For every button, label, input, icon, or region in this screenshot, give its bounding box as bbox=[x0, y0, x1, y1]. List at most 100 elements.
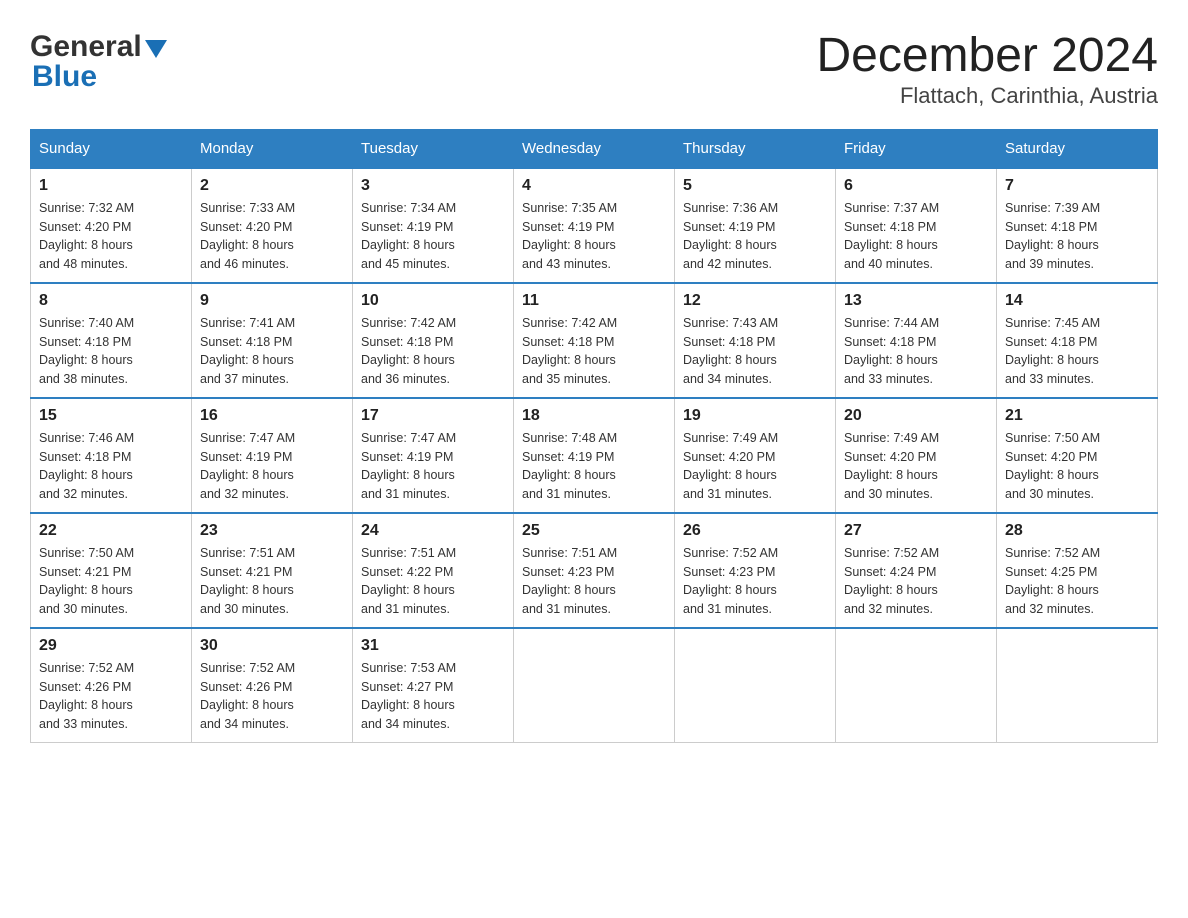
day-number-15: 15 bbox=[39, 407, 183, 425]
calendar-week-4: 22 Sunrise: 7:50 AM Sunset: 4:21 PM Dayl… bbox=[31, 513, 1158, 628]
calendar-day-15: 15 Sunrise: 7:46 AM Sunset: 4:18 PM Dayl… bbox=[31, 398, 192, 513]
calendar-table: SundayMondayTuesdayWednesdayThursdayFrid… bbox=[30, 129, 1158, 743]
calendar-day-9: 9 Sunrise: 7:41 AM Sunset: 4:18 PM Dayli… bbox=[192, 283, 353, 398]
page-subtitle: Flattach, Carinthia, Austria bbox=[816, 83, 1158, 109]
calendar-day-6: 6 Sunrise: 7:37 AM Sunset: 4:18 PM Dayli… bbox=[836, 168, 997, 283]
day-info-13: Sunrise: 7:44 AM Sunset: 4:18 PM Dayligh… bbox=[844, 314, 988, 389]
day-info-21: Sunrise: 7:50 AM Sunset: 4:20 PM Dayligh… bbox=[1005, 429, 1149, 504]
calendar-day-13: 13 Sunrise: 7:44 AM Sunset: 4:18 PM Dayl… bbox=[836, 283, 997, 398]
weekday-header-thursday: Thursday bbox=[675, 129, 836, 168]
empty-cell bbox=[675, 628, 836, 743]
day-number-1: 1 bbox=[39, 177, 183, 195]
calendar-day-27: 27 Sunrise: 7:52 AM Sunset: 4:24 PM Dayl… bbox=[836, 513, 997, 628]
day-info-14: Sunrise: 7:45 AM Sunset: 4:18 PM Dayligh… bbox=[1005, 314, 1149, 389]
day-info-4: Sunrise: 7:35 AM Sunset: 4:19 PM Dayligh… bbox=[522, 199, 666, 274]
day-number-20: 20 bbox=[844, 407, 988, 425]
weekday-header-wednesday: Wednesday bbox=[514, 129, 675, 168]
page-title: December 2024 bbox=[816, 30, 1158, 83]
day-number-21: 21 bbox=[1005, 407, 1149, 425]
day-number-2: 2 bbox=[200, 177, 344, 195]
day-info-8: Sunrise: 7:40 AM Sunset: 4:18 PM Dayligh… bbox=[39, 314, 183, 389]
day-number-25: 25 bbox=[522, 522, 666, 540]
weekday-header-row: SundayMondayTuesdayWednesdayThursdayFrid… bbox=[31, 129, 1158, 168]
page-header: General Blue December 2024 Flattach, Car… bbox=[30, 30, 1158, 109]
calendar-day-14: 14 Sunrise: 7:45 AM Sunset: 4:18 PM Dayl… bbox=[997, 283, 1158, 398]
day-number-4: 4 bbox=[522, 177, 666, 195]
day-info-24: Sunrise: 7:51 AM Sunset: 4:22 PM Dayligh… bbox=[361, 544, 505, 619]
day-number-26: 26 bbox=[683, 522, 827, 540]
day-info-20: Sunrise: 7:49 AM Sunset: 4:20 PM Dayligh… bbox=[844, 429, 988, 504]
weekday-header-monday: Monday bbox=[192, 129, 353, 168]
calendar-week-1: 1 Sunrise: 7:32 AM Sunset: 4:20 PM Dayli… bbox=[31, 168, 1158, 283]
calendar-day-1: 1 Sunrise: 7:32 AM Sunset: 4:20 PM Dayli… bbox=[31, 168, 192, 283]
day-info-6: Sunrise: 7:37 AM Sunset: 4:18 PM Dayligh… bbox=[844, 199, 988, 274]
calendar-day-16: 16 Sunrise: 7:47 AM Sunset: 4:19 PM Dayl… bbox=[192, 398, 353, 513]
day-number-11: 11 bbox=[522, 292, 666, 310]
calendar-day-12: 12 Sunrise: 7:43 AM Sunset: 4:18 PM Dayl… bbox=[675, 283, 836, 398]
day-info-29: Sunrise: 7:52 AM Sunset: 4:26 PM Dayligh… bbox=[39, 659, 183, 734]
day-info-31: Sunrise: 7:53 AM Sunset: 4:27 PM Dayligh… bbox=[361, 659, 505, 734]
day-info-17: Sunrise: 7:47 AM Sunset: 4:19 PM Dayligh… bbox=[361, 429, 505, 504]
weekday-header-sunday: Sunday bbox=[31, 129, 192, 168]
day-info-16: Sunrise: 7:47 AM Sunset: 4:19 PM Dayligh… bbox=[200, 429, 344, 504]
day-info-5: Sunrise: 7:36 AM Sunset: 4:19 PM Dayligh… bbox=[683, 199, 827, 274]
calendar-day-25: 25 Sunrise: 7:51 AM Sunset: 4:23 PM Dayl… bbox=[514, 513, 675, 628]
day-number-9: 9 bbox=[200, 292, 344, 310]
calendar-day-28: 28 Sunrise: 7:52 AM Sunset: 4:25 PM Dayl… bbox=[997, 513, 1158, 628]
day-info-3: Sunrise: 7:34 AM Sunset: 4:19 PM Dayligh… bbox=[361, 199, 505, 274]
calendar-day-20: 20 Sunrise: 7:49 AM Sunset: 4:20 PM Dayl… bbox=[836, 398, 997, 513]
weekday-header-tuesday: Tuesday bbox=[353, 129, 514, 168]
weekday-header-friday: Friday bbox=[836, 129, 997, 168]
day-info-11: Sunrise: 7:42 AM Sunset: 4:18 PM Dayligh… bbox=[522, 314, 666, 389]
day-number-14: 14 bbox=[1005, 292, 1149, 310]
day-number-8: 8 bbox=[39, 292, 183, 310]
calendar-day-29: 29 Sunrise: 7:52 AM Sunset: 4:26 PM Dayl… bbox=[31, 628, 192, 743]
calendar-day-23: 23 Sunrise: 7:51 AM Sunset: 4:21 PM Dayl… bbox=[192, 513, 353, 628]
day-info-1: Sunrise: 7:32 AM Sunset: 4:20 PM Dayligh… bbox=[39, 199, 183, 274]
calendar-week-3: 15 Sunrise: 7:46 AM Sunset: 4:18 PM Dayl… bbox=[31, 398, 1158, 513]
day-info-9: Sunrise: 7:41 AM Sunset: 4:18 PM Dayligh… bbox=[200, 314, 344, 389]
calendar-day-31: 31 Sunrise: 7:53 AM Sunset: 4:27 PM Dayl… bbox=[353, 628, 514, 743]
day-info-27: Sunrise: 7:52 AM Sunset: 4:24 PM Dayligh… bbox=[844, 544, 988, 619]
day-number-17: 17 bbox=[361, 407, 505, 425]
calendar-day-2: 2 Sunrise: 7:33 AM Sunset: 4:20 PM Dayli… bbox=[192, 168, 353, 283]
calendar-header: SundayMondayTuesdayWednesdayThursdayFrid… bbox=[31, 129, 1158, 168]
calendar-week-2: 8 Sunrise: 7:40 AM Sunset: 4:18 PM Dayli… bbox=[31, 283, 1158, 398]
calendar-day-18: 18 Sunrise: 7:48 AM Sunset: 4:19 PM Dayl… bbox=[514, 398, 675, 513]
calendar-day-21: 21 Sunrise: 7:50 AM Sunset: 4:20 PM Dayl… bbox=[997, 398, 1158, 513]
day-number-18: 18 bbox=[522, 407, 666, 425]
day-info-15: Sunrise: 7:46 AM Sunset: 4:18 PM Dayligh… bbox=[39, 429, 183, 504]
day-number-23: 23 bbox=[200, 522, 344, 540]
day-number-3: 3 bbox=[361, 177, 505, 195]
day-number-16: 16 bbox=[200, 407, 344, 425]
empty-cell bbox=[997, 628, 1158, 743]
day-info-23: Sunrise: 7:51 AM Sunset: 4:21 PM Dayligh… bbox=[200, 544, 344, 619]
calendar-week-5: 29 Sunrise: 7:52 AM Sunset: 4:26 PM Dayl… bbox=[31, 628, 1158, 743]
calendar-day-10: 10 Sunrise: 7:42 AM Sunset: 4:18 PM Dayl… bbox=[353, 283, 514, 398]
day-number-22: 22 bbox=[39, 522, 183, 540]
day-info-28: Sunrise: 7:52 AM Sunset: 4:25 PM Dayligh… bbox=[1005, 544, 1149, 619]
day-info-19: Sunrise: 7:49 AM Sunset: 4:20 PM Dayligh… bbox=[683, 429, 827, 504]
day-number-12: 12 bbox=[683, 292, 827, 310]
day-number-24: 24 bbox=[361, 522, 505, 540]
day-number-31: 31 bbox=[361, 637, 505, 655]
day-info-26: Sunrise: 7:52 AM Sunset: 4:23 PM Dayligh… bbox=[683, 544, 827, 619]
day-info-12: Sunrise: 7:43 AM Sunset: 4:18 PM Dayligh… bbox=[683, 314, 827, 389]
calendar-day-5: 5 Sunrise: 7:36 AM Sunset: 4:19 PM Dayli… bbox=[675, 168, 836, 283]
calendar-day-4: 4 Sunrise: 7:35 AM Sunset: 4:19 PM Dayli… bbox=[514, 168, 675, 283]
calendar-day-24: 24 Sunrise: 7:51 AM Sunset: 4:22 PM Dayl… bbox=[353, 513, 514, 628]
logo-general-text: General bbox=[30, 30, 142, 64]
empty-cell bbox=[836, 628, 997, 743]
day-number-10: 10 bbox=[361, 292, 505, 310]
day-info-25: Sunrise: 7:51 AM Sunset: 4:23 PM Dayligh… bbox=[522, 544, 666, 619]
day-number-27: 27 bbox=[844, 522, 988, 540]
calendar-day-8: 8 Sunrise: 7:40 AM Sunset: 4:18 PM Dayli… bbox=[31, 283, 192, 398]
calendar-day-26: 26 Sunrise: 7:52 AM Sunset: 4:23 PM Dayl… bbox=[675, 513, 836, 628]
day-number-19: 19 bbox=[683, 407, 827, 425]
logo-blue-text: Blue bbox=[32, 60, 97, 94]
title-section: December 2024 Flattach, Carinthia, Austr… bbox=[816, 30, 1158, 109]
logo: General Blue bbox=[30, 30, 167, 94]
calendar-day-3: 3 Sunrise: 7:34 AM Sunset: 4:19 PM Dayli… bbox=[353, 168, 514, 283]
day-info-18: Sunrise: 7:48 AM Sunset: 4:19 PM Dayligh… bbox=[522, 429, 666, 504]
day-number-7: 7 bbox=[1005, 177, 1149, 195]
